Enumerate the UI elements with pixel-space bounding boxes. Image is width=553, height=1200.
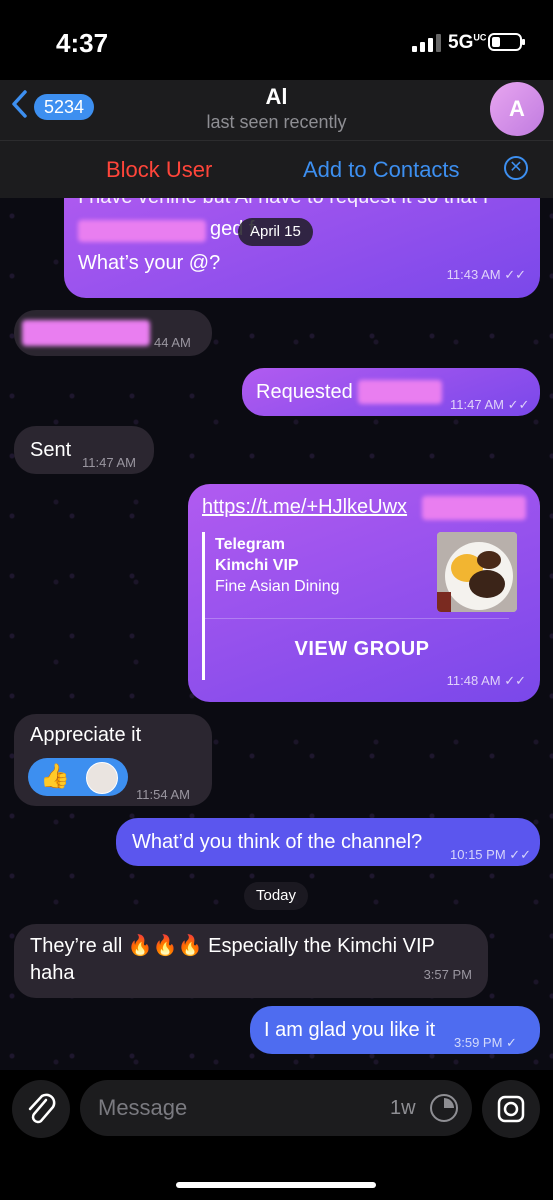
message-input[interactable]: Message 1w [80,1080,472,1136]
redacted-text [422,496,526,520]
message-time: 3:59 PM ✓ [454,1035,517,1050]
camera-icon [497,1095,525,1123]
self-destruct-label[interactable]: 1w [390,1097,416,1120]
message-text: Appreciate it [30,724,142,746]
message-composer: Message 1w [0,1070,553,1200]
message-placeholder: Message [98,1095,188,1120]
message-time: 11:54 AM [136,787,190,802]
add-to-contacts-button[interactable]: Add to Contacts [303,157,460,183]
reactions[interactable]: 👍 [28,758,128,796]
message-time: 44 AM [154,335,191,350]
avatar [86,762,118,794]
block-user-button[interactable]: Block User [106,157,212,183]
message-incoming[interactable]: 44 AM [14,310,212,356]
timer-icon[interactable] [430,1094,458,1122]
signal-icon [412,34,442,52]
message-list[interactable]: I have verline but Al have to request it… [0,198,553,1070]
message-text: They’re all 🔥🔥🔥 Especially the Kimchi VI… [30,935,435,957]
message-text: I have verline but Al have to request it… [78,198,528,210]
message-outgoing[interactable]: I am glad you like it 3:59 PM ✓ [250,1006,540,1054]
message-incoming[interactable]: They’re all 🔥🔥🔥 Especially the Kimchi VI… [14,924,488,998]
message-text: Requested [256,381,353,403]
paperclip-icon [28,1093,56,1124]
message-outgoing[interactable]: I have verline but Al have to request it… [64,198,540,298]
message-incoming[interactable]: Sent 11:47 AM [14,426,154,474]
redacted-text [22,320,150,346]
message-outgoing[interactable]: Requested 11:47 AM ✓✓ [242,368,540,416]
home-indicator[interactable] [176,1182,376,1188]
message-time: 11:47 AM ✓✓ [450,397,530,412]
fire-icon: 🔥 [127,935,153,957]
network-indicator: 5GUC [448,32,487,53]
attach-button[interactable] [12,1080,70,1138]
preview-image [437,532,517,612]
thumbs-up-icon: 👍 [40,763,70,790]
battery-icon [488,33,525,51]
message-text: Sent [30,439,72,461]
close-icon[interactable]: ✕ [504,156,528,180]
avatar[interactable]: A [490,82,544,136]
status-bar: 4:37 5GUC [0,0,553,80]
camera-button[interactable] [482,1080,540,1138]
message-time: 11:43 AM ✓✓ [446,267,526,282]
message-text: What’s your @? [78,252,221,274]
message-outgoing[interactable]: What’d you think of the channel? 10:15 P… [116,818,540,866]
contact-action-bar: Block User Add to Contacts ✕ [0,140,553,198]
message-time: 11:48 AM ✓✓ [446,673,526,688]
chat-title[interactable]: Al [0,84,553,110]
message-text: I am glad you like it [264,1019,436,1041]
message-time: 3:57 PM [423,967,472,982]
last-seen-status: last seen recently [206,112,347,132]
redacted-text [358,380,442,404]
chat-header: 5234 Al last seen recently A [0,80,553,140]
date-separator: Today [244,882,309,910]
message-text: What’d you think of the channel? [132,831,423,853]
view-group-button[interactable]: VIEW GROUP [202,636,522,662]
message-time: 11:47 AM [82,455,136,470]
clock: 4:37 [56,28,109,58]
message-time: 10:15 PM ✓✓ [450,847,532,862]
message-incoming[interactable]: Appreciate it 👍 11:54 AM [14,714,212,806]
fire-icon: 🔥 [152,935,178,957]
preview-description: Fine Asian Dining [215,578,340,595]
message-outgoing-link[interactable]: https://t.me/+HJlkeUwx Telegram Kimchi V… [188,484,540,702]
redacted-text [78,220,206,242]
fire-icon: 🔥 [177,935,203,957]
date-separator: April 15 [238,218,313,246]
message-text: haha [30,962,75,984]
